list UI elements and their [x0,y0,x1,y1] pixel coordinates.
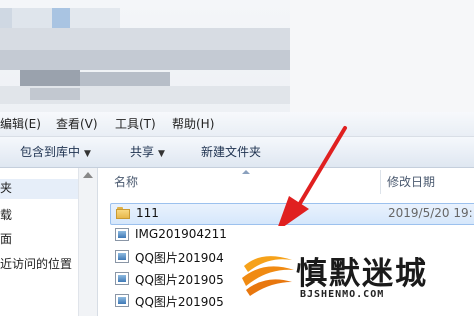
watermark-brand: 慎默迷城 [296,256,428,292]
watermark-url: BJSHENMO.COM [300,289,385,300]
arrow-shaft [294,126,347,212]
watermark: 慎默迷城 BJSHENMO.COM [226,226,474,316]
logo-swoosh [246,279,292,296]
watermark-logo-icon [242,256,294,296]
